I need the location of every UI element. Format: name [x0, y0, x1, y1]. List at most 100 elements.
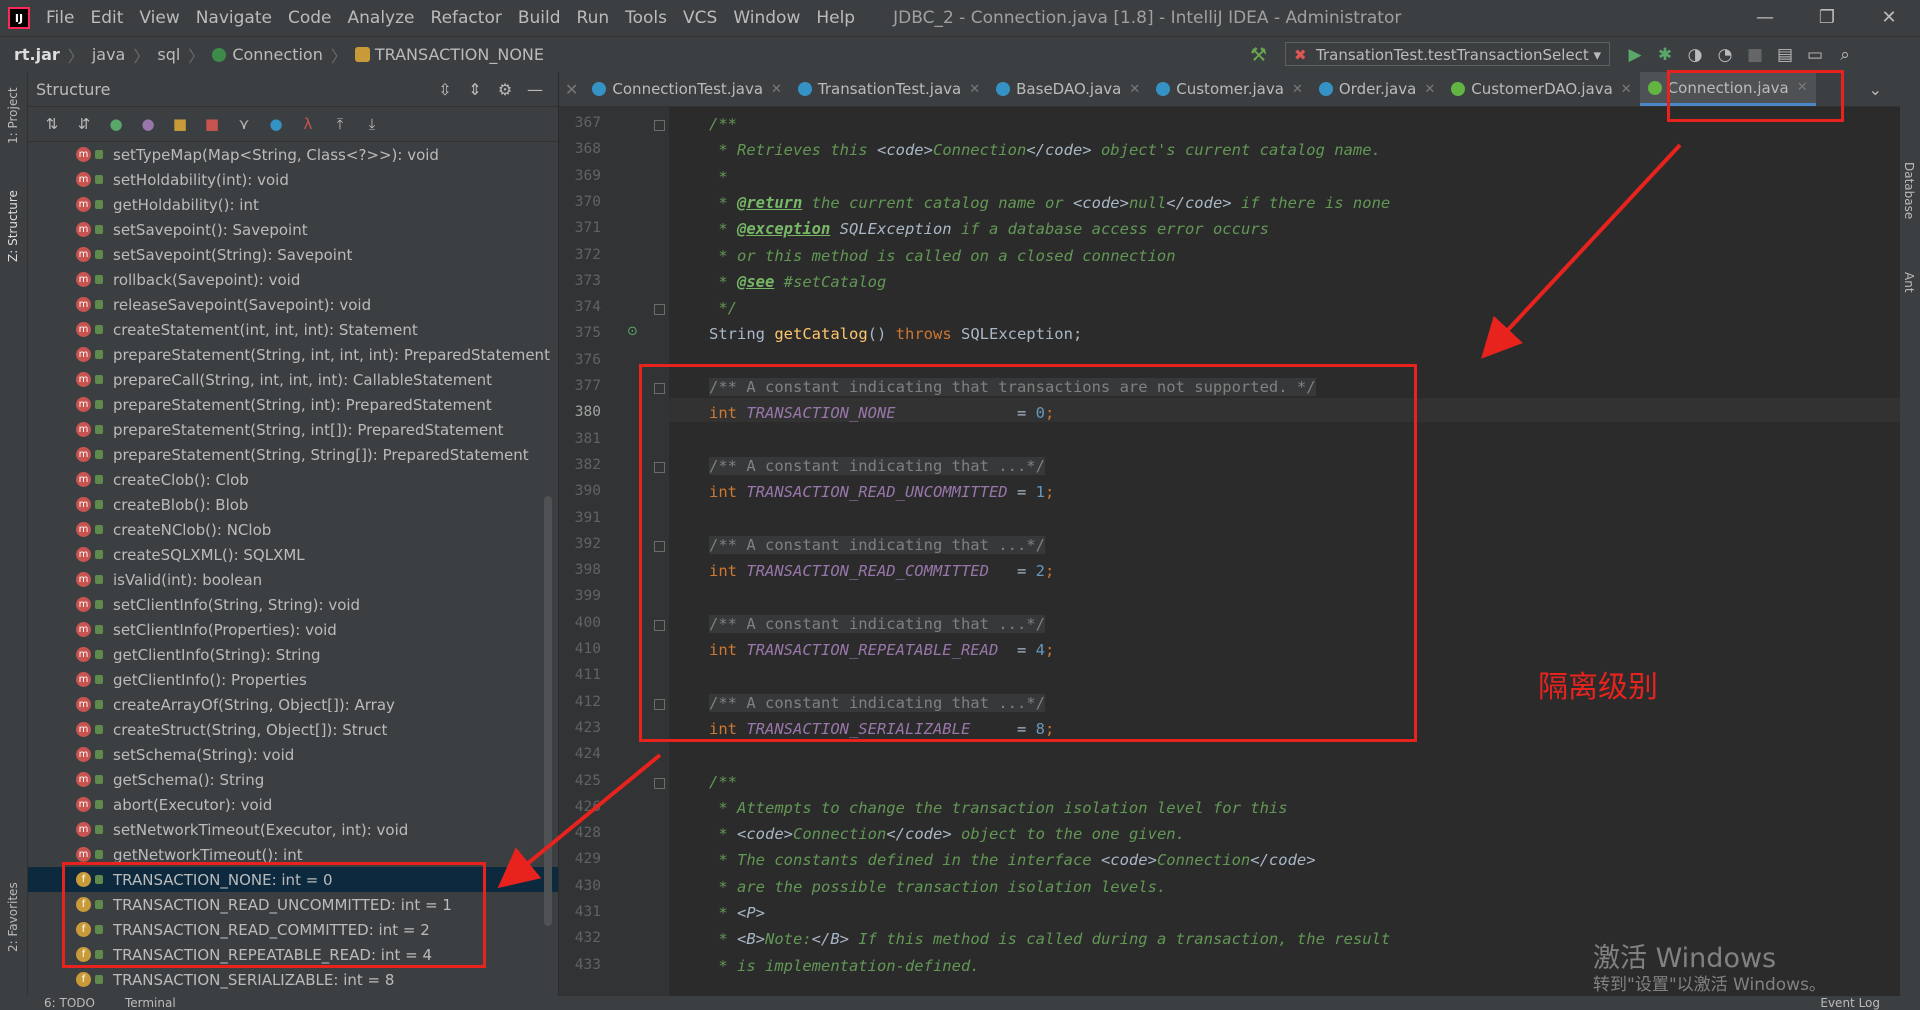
structure-method-item[interactable]: m createArrayOf(String, Object[]): Array: [28, 692, 558, 717]
structure-method-item[interactable]: m setTypeMap(Map<String, Class<?>>): void: [28, 142, 558, 167]
tab-overflow-icon[interactable]: ⌄: [1869, 80, 1882, 99]
structure-method-item[interactable]: m createBlob(): Blob: [28, 492, 558, 517]
structure-method-item[interactable]: m prepareStatement(String, String[]): Pre…: [28, 442, 558, 467]
structure-method-item[interactable]: m createClob(): Clob: [28, 467, 558, 492]
tab-basedao[interactable]: BaseDAO.java ✕: [988, 72, 1148, 106]
structure-method-item[interactable]: m prepareStatement(String, int[]): Prepar…: [28, 417, 558, 442]
structure-method-item[interactable]: m setHoldability(int): void: [28, 167, 558, 192]
menu-view[interactable]: View: [131, 8, 187, 28]
minimize-button[interactable]: —: [1734, 0, 1796, 36]
breadcrumb-package-sql[interactable]: sql: [157, 45, 180, 64]
menu-file[interactable]: File: [38, 8, 82, 28]
implemented-marker-icon[interactable]: ⊙: [627, 324, 638, 339]
structure-method-item[interactable]: m setClientInfo(Properties): void: [28, 617, 558, 642]
gear-icon[interactable]: ⚙: [490, 80, 520, 99]
fold-toggle-icon[interactable]: [654, 304, 665, 316]
fold-toggle-icon[interactable]: [654, 120, 665, 131]
menu-vcs[interactable]: VCS: [675, 8, 725, 28]
structure-method-item[interactable]: m setNetworkTimeout(Executor, int): void: [28, 817, 558, 842]
structure-method-item[interactable]: m prepareCall(String, int, int, int): Cal…: [28, 367, 558, 392]
project-structure-icon[interactable]: ▤: [1770, 45, 1800, 65]
todo-tool[interactable]: 6: TODO: [44, 996, 95, 1010]
tab-order[interactable]: Order.java ✕: [1311, 72, 1443, 106]
tool-database[interactable]: Database: [1902, 162, 1916, 219]
structure-field-item[interactable]: f TRANSACTION_SERIALIZABLE: int = 8: [28, 967, 558, 992]
layout-icon[interactable]: ▭: [1800, 45, 1830, 65]
structure-method-item[interactable]: m setSchema(String): void: [28, 742, 558, 767]
close-icon[interactable]: ✕: [1621, 82, 1632, 97]
menu-analyze[interactable]: Analyze: [340, 8, 423, 28]
structure-method-item[interactable]: m getHoldability(): int: [28, 192, 558, 217]
filter-icon[interactable]: ⋎: [228, 115, 260, 133]
tool-favorites[interactable]: 2: Favorites: [6, 882, 20, 952]
autoscroll-from-source-icon[interactable]: ⤓: [356, 115, 388, 133]
debug-icon[interactable]: ✱: [1650, 45, 1680, 65]
hide-icon[interactable]: —: [520, 80, 550, 99]
structure-method-item[interactable]: m createNClob(): NClob: [28, 517, 558, 542]
tab-customerdao[interactable]: CustomerDAO.java ✕: [1443, 72, 1639, 106]
terminal-tool[interactable]: Terminal: [125, 996, 176, 1010]
tab-transationtest[interactable]: TransationTest.java ✕: [790, 72, 988, 106]
breadcrumb-class[interactable]: Connection: [232, 45, 323, 64]
expand-all-icon[interactable]: ⇳: [430, 80, 460, 99]
tool-ant[interactable]: Ant: [1902, 272, 1916, 293]
structure-method-item[interactable]: m prepareStatement(String, int, int, int)…: [28, 342, 558, 367]
run-icon[interactable]: ▶: [1620, 45, 1650, 65]
structure-method-item[interactable]: m createSQLXML(): SQLXML: [28, 542, 558, 567]
structure-method-item[interactable]: m createStruct(String, Object[]): Struct: [28, 717, 558, 742]
sort-alpha-icon[interactable]: ⇵: [68, 115, 100, 133]
lambdas-icon[interactable]: λ: [292, 115, 324, 133]
fold-toggle-icon[interactable]: [654, 777, 665, 789]
close-button[interactable]: ✕: [1858, 0, 1920, 36]
structure-method-item[interactable]: m getClientInfo(): Properties: [28, 667, 558, 692]
structure-method-item[interactable]: m rollback(Savepoint): void: [28, 267, 558, 292]
menu-tools[interactable]: Tools: [617, 8, 675, 28]
show-fields-icon[interactable]: ■: [164, 115, 196, 133]
menu-help[interactable]: Help: [808, 8, 863, 28]
menu-run[interactable]: Run: [569, 8, 618, 28]
close-icon[interactable]: ✕: [1424, 82, 1435, 97]
structure-method-item[interactable]: m prepareStatement(String, int): Prepared…: [28, 392, 558, 417]
menu-refactor[interactable]: Refactor: [423, 8, 510, 28]
structure-scrollbar[interactable]: [544, 496, 552, 926]
search-icon[interactable]: ⌕: [1830, 45, 1860, 65]
close-icon[interactable]: ✕: [559, 80, 584, 99]
event-log-tool[interactable]: Event Log: [1820, 996, 1880, 1010]
menu-window[interactable]: Window: [725, 8, 808, 28]
tool-project[interactable]: 1: Project: [6, 87, 20, 144]
breadcrumb-field[interactable]: TRANSACTION_NONE: [375, 45, 544, 64]
menu-navigate[interactable]: Navigate: [188, 8, 280, 28]
close-icon[interactable]: ✕: [1292, 82, 1303, 97]
menu-build[interactable]: Build: [510, 8, 569, 28]
show-properties-icon[interactable]: ●: [132, 115, 164, 133]
breadcrumb-package-java[interactable]: java: [92, 45, 126, 64]
breadcrumb-jar[interactable]: rt.jar: [14, 45, 60, 64]
structure-method-item[interactable]: m setSavepoint(String): Savepoint: [28, 242, 558, 267]
stop-icon[interactable]: ■: [1740, 45, 1770, 65]
menu-code[interactable]: Code: [280, 8, 340, 28]
profile-icon[interactable]: ◔: [1710, 45, 1740, 65]
structure-method-item[interactable]: m releaseSavepoint(Savepoint): void: [28, 292, 558, 317]
structure-method-item[interactable]: m createStatement(int, int, int): Stateme…: [28, 317, 558, 342]
structure-method-item[interactable]: m getSchema(): String: [28, 767, 558, 792]
anonymous-classes-icon[interactable]: ●: [260, 115, 292, 133]
tool-structure[interactable]: Z: Structure: [6, 190, 20, 262]
close-icon[interactable]: ✕: [771, 82, 782, 97]
tab-customer[interactable]: Customer.java ✕: [1148, 72, 1311, 106]
menu-edit[interactable]: Edit: [82, 8, 131, 28]
tab-connectiontest[interactable]: ConnectionTest.java ✕: [584, 72, 790, 106]
structure-method-item[interactable]: m setSavepoint(): Savepoint: [28, 217, 558, 242]
autoscroll-to-source-icon[interactable]: ⤒: [324, 115, 356, 133]
close-icon[interactable]: ✕: [1129, 82, 1140, 97]
coverage-icon[interactable]: ◑: [1680, 45, 1710, 65]
restore-button[interactable]: ❐: [1796, 0, 1858, 36]
show-inherited-icon[interactable]: ●: [100, 115, 132, 133]
structure-method-item[interactable]: m getClientInfo(String): String: [28, 642, 558, 667]
structure-method-item[interactable]: m setClientInfo(String, String): void: [28, 592, 558, 617]
show-non-public-icon[interactable]: ■: [196, 115, 228, 133]
structure-method-item[interactable]: m isValid(int): boolean: [28, 567, 558, 592]
sort-by-visibility-icon[interactable]: ⇅: [36, 115, 68, 133]
collapse-all-icon[interactable]: ⇕: [460, 80, 490, 99]
run-configuration-select[interactable]: ✖ TransationTest.testTransactionSelect ▾: [1285, 42, 1610, 66]
structure-method-item[interactable]: m abort(Executor): void: [28, 792, 558, 817]
